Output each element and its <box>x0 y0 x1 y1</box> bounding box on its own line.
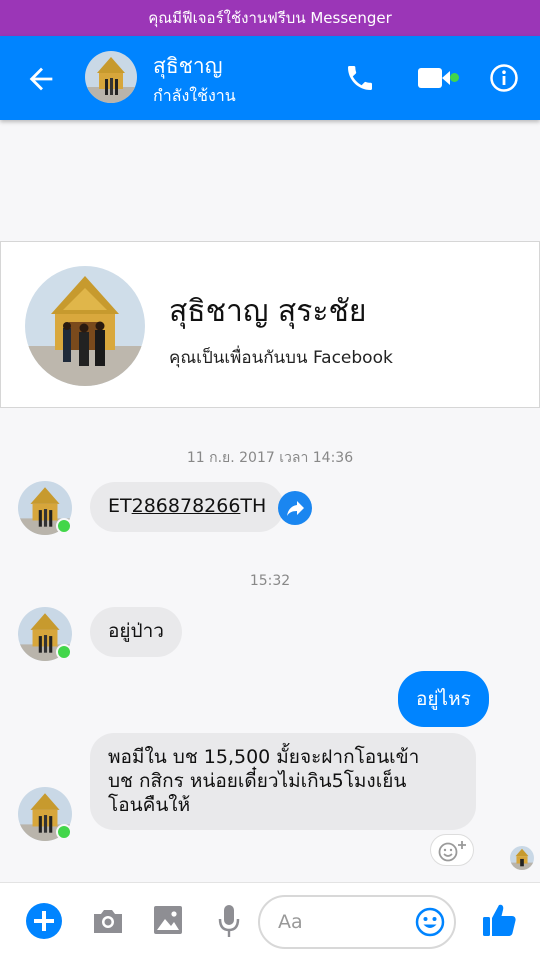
message-text: ET <box>108 495 132 517</box>
message-bubble-incoming[interactable]: อยู่ป่าว <box>90 607 182 657</box>
message-bubble-incoming[interactable]: ET286878266TH <box>90 482 285 532</box>
phone-icon[interactable] <box>344 62 376 94</box>
share-button[interactable] <box>278 491 312 525</box>
profile-full-name: สุธิชาญ สุระชัย <box>169 294 367 329</box>
thumbs-up-icon[interactable] <box>481 901 517 939</box>
seen-receipt-avatar <box>510 846 534 870</box>
contact-name[interactable]: สุธิชาญ <box>153 50 223 83</box>
emoji-icon[interactable] <box>414 906 446 938</box>
more-actions-button[interactable] <box>26 903 62 939</box>
online-indicator <box>56 518 72 534</box>
video-available-dot <box>450 73 459 82</box>
microphone-icon[interactable] <box>216 903 242 939</box>
message-text: TH <box>240 495 267 517</box>
profile-picture[interactable] <box>25 266 145 386</box>
message-composer: Aa <box>0 882 540 960</box>
message-text: อยู่ป่าว <box>108 620 164 642</box>
message-text-line: โอนคืนให้ <box>108 793 191 816</box>
active-status: กำลังใช้งาน <box>153 86 236 105</box>
camera-icon[interactable] <box>91 905 125 937</box>
profile-card[interactable]: สุธิชาญ สุระชัย คุณเป็นเพื่อนกันบน Faceb… <box>0 241 540 408</box>
online-indicator <box>56 824 72 840</box>
timestamp-separator: 15:32 <box>249 573 291 589</box>
message-text-line: พอมีใน บช 15,500 มั้ยจะฝากโอนเข้า <box>108 746 420 768</box>
message-input-placeholder: Aa <box>278 911 303 933</box>
message-bubble-incoming[interactable]: พอมีใน บช 15,500 มั้ยจะฝากโอนเข้า บช กสิ… <box>90 733 476 831</box>
timestamp-separator: 11 ก.ย. 2017 เวลา 14:36 <box>186 450 354 466</box>
banner-text: คุณมีฟีเจอร์ใช้งานฟรีบน Messenger <box>148 9 392 27</box>
message-text-line: บช กสิกร หน่อยเดี๋ยวไม่เกิน5โมงเย็น <box>108 769 407 792</box>
phone-number-link[interactable]: 286878266 <box>132 495 241 517</box>
image-icon[interactable] <box>153 905 183 935</box>
free-messenger-banner[interactable]: คุณมีฟีเจอร์ใช้งานฟรีบน Messenger <box>0 0 540 36</box>
plus-icon <box>34 911 54 931</box>
online-indicator <box>56 644 72 660</box>
share-icon <box>287 501 304 516</box>
message-input[interactable]: Aa <box>258 895 456 949</box>
info-icon[interactable] <box>489 63 519 93</box>
add-reaction-button[interactable] <box>430 834 474 866</box>
chat-header: สุธิชาญ กำลังใช้งาน <box>0 36 540 120</box>
friends-on-facebook-text: คุณเป็นเพื่อนกันบน Facebook <box>169 348 393 368</box>
add-reaction-icon <box>438 841 466 862</box>
message-text: อยู่ไหร <box>416 688 471 710</box>
message-bubble-outgoing[interactable]: อยู่ไหร <box>398 671 489 727</box>
back-arrow-icon[interactable] <box>24 62 58 96</box>
contact-avatar[interactable] <box>85 51 137 103</box>
